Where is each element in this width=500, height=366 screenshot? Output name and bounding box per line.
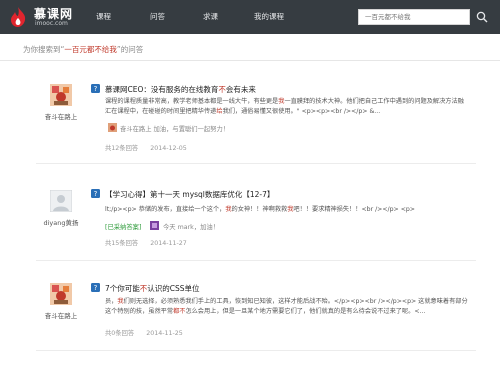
question-title[interactable]: 慕课网CEO：没有服务的在线教育不会有未来 <box>105 84 256 95</box>
question-meta: 共15条回答 2014-11-27 <box>105 238 187 247</box>
question-meta: 共12条回答 2014-12-05 <box>105 143 187 152</box>
search-result-heading: 为你搜索到“一百元都不给我”的问答 <box>23 45 144 54</box>
reply-avatar <box>108 123 117 132</box>
svg-text:?: ? <box>94 284 98 292</box>
divider <box>0 60 500 61</box>
question-icon: ? <box>91 84 100 93</box>
row-separator <box>36 260 476 261</box>
question-icon: ? <box>91 283 100 292</box>
top-navbar: 慕课网 imooc.com 课程 问答 求课 我的课程 <box>0 0 500 34</box>
search-input[interactable] <box>358 9 470 25</box>
username[interactable]: diyang黄扬 <box>28 217 94 227</box>
site-logo[interactable]: 慕课网 imooc.com <box>6 4 78 30</box>
question-excerpt: 课程的课程质量非常高，教学老师基本都是一线大牛，有些更是我一直膜拜的技术大神。他… <box>105 98 464 115</box>
post-date: 2014-11-27 <box>150 240 187 247</box>
question-title[interactable]: 7个你可能不认识的CSS单位 <box>105 283 200 294</box>
username[interactable]: 奋斗在路上 <box>28 111 94 121</box>
post-date: 2014-12-05 <box>150 145 187 152</box>
svg-text:?: ? <box>94 85 98 93</box>
svg-text:?: ? <box>94 190 98 198</box>
row-separator <box>36 350 476 351</box>
answer-count: 共12条回答 <box>105 145 139 152</box>
nav-courses[interactable]: 课程 <box>96 11 111 22</box>
nav-qa[interactable]: 问答 <box>150 11 165 22</box>
logo-domain: imooc.com <box>35 20 68 27</box>
search-keyword: 一百元都不给我 <box>64 45 117 54</box>
question-meta: 共0条回答 2014-11-25 <box>105 328 183 337</box>
answer-count: 共0条回答 <box>105 330 135 337</box>
avatar[interactable] <box>50 283 72 305</box>
flame-logo-icon <box>11 7 26 27</box>
question-icon: ? <box>91 189 100 198</box>
nav-my-courses[interactable]: 我的课程 <box>254 11 284 22</box>
row-separator <box>36 163 476 164</box>
avatar[interactable] <box>50 190 72 212</box>
question-excerpt: 员，我们则无选择，必须熟悉我们手上的工具，恢到知已知彼，这样才能后战不殆。</p… <box>105 298 468 315</box>
reply-avatar <box>150 221 159 230</box>
answer-count: 共15条回答 <box>105 240 139 247</box>
avatar[interactable] <box>50 84 72 106</box>
search-icon[interactable] <box>476 11 488 23</box>
post-date: 2014-11-25 <box>146 330 183 337</box>
adopted-answer-tag: [已采纳答案] <box>105 224 142 231</box>
latest-reply: 今天 mark，加油！ <box>163 224 220 231</box>
question-title[interactable]: 【学习心得】第十一天 mysql数据库优化【12-7】 <box>105 189 274 200</box>
latest-reply: 奋斗在路上 加油，与置聪们一起努力！ <box>120 126 230 133</box>
question-excerpt: lt;/p><p> 恭储的发布，直接给一个这个，我的女神！！神啊救救我吧！！要求… <box>105 206 415 213</box>
nav-request-course[interactable]: 求课 <box>203 11 218 22</box>
username[interactable]: 奋斗在路上 <box>28 310 94 320</box>
